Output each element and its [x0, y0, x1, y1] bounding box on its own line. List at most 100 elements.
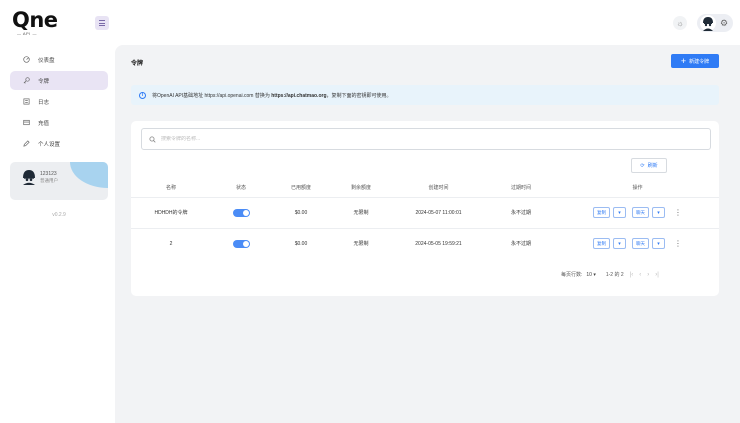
user-menu[interactable]: ⚙: [697, 14, 733, 32]
search-box[interactable]: [141, 128, 711, 150]
used-quota: $0.00: [271, 227, 331, 259]
created-time: 2024-05-07 11:00:01: [391, 196, 486, 228]
banner-suffix: ，复制下面的密钥即可使用。: [326, 92, 392, 99]
status-cell: [211, 227, 271, 259]
main-panel: 令牌 + 新建令牌 i 将OpenAI API基础地址 https://api.…: [115, 45, 740, 423]
gear-icon: ⚙: [720, 18, 729, 28]
banner-prefix: 将OpenAI API基础地址 https://api.openai.com 替…: [152, 92, 272, 99]
wallet-icon: [22, 119, 30, 127]
chevron-down-icon: ▾: [618, 209, 621, 216]
banner-highlight: https://api.chatmao.org: [271, 92, 327, 99]
sidebar-item-settings[interactable]: 个人设置: [10, 134, 108, 153]
chevron-down-icon: ▾: [618, 240, 621, 247]
user-card-decoration: [70, 162, 108, 188]
refresh-button[interactable]: ⟳ 刷新: [631, 158, 667, 173]
add-token-label: 新建令牌: [689, 58, 710, 65]
used-quota: $0.00: [271, 196, 331, 228]
chat-button[interactable]: 聊天: [632, 207, 649, 218]
chevron-down-icon: ▾: [657, 240, 660, 247]
sun-icon: ☼: [676, 18, 684, 28]
actions-cell: 复制 ▾ 聊天 ▾ ⋮: [556, 227, 719, 259]
table-row: HDHDH的令牌 $0.00 无限制 2024-05-07 11:00:01 永…: [131, 196, 719, 228]
refresh-label: 刷新: [647, 163, 658, 169]
refresh-icon: ⟳: [640, 162, 645, 169]
status-toggle[interactable]: [232, 239, 250, 248]
table-row: 2 $0.00 无限制 2024-05-05 19:59:21 永不过期 复制 …: [131, 227, 719, 259]
rows-per-page-value: 10: [586, 271, 592, 278]
token-name: 2: [131, 227, 211, 259]
sidebar-item-label: 仪表盘: [38, 57, 55, 64]
menu-toggle-button[interactable]: [95, 16, 109, 30]
chat-button[interactable]: 聊天: [632, 238, 649, 250]
user-role: 普通用户: [40, 178, 58, 183]
info-banner: i 将OpenAI API基础地址 https://api.openai.com…: [131, 85, 719, 105]
chat-dropdown[interactable]: ▾: [652, 207, 665, 218]
copy-button[interactable]: 复制: [593, 207, 610, 218]
expire-time: 永不过期: [486, 227, 556, 259]
pagination: 每页行数: 10 ▾ 1-2 的 2 |‹ ‹ › ›|: [561, 271, 659, 279]
col-remain: 剩余额度: [350, 185, 371, 192]
sidebar-item-tokens[interactable]: 令牌: [10, 71, 108, 90]
col-status: 状态: [235, 185, 246, 192]
sidebar: 仪表盘 令牌 日志 充值 个人设置 123123 普通用户 v0.2.9: [10, 50, 108, 218]
col-actions: 操作: [632, 185, 643, 192]
token-card: ⟳ 刷新 名称 状态 已用额度 剩余额度 创建时间 过期时间 操作 HDHDH的…: [131, 121, 719, 296]
banner-text: 将OpenAI API基础地址 https://api.openai.com 替…: [152, 92, 392, 99]
sidebar-item-label: 充值: [38, 120, 50, 127]
app-version: v0.2.9: [52, 212, 66, 218]
last-page-icon[interactable]: ›|: [655, 272, 659, 278]
brand-name: Qne: [12, 8, 58, 32]
next-page-icon[interactable]: ›: [647, 272, 649, 278]
info-icon: i: [139, 91, 146, 99]
user-name: 123123: [40, 171, 57, 177]
search-icon: [149, 135, 156, 143]
col-created: 创建时间: [428, 185, 449, 192]
page-range: 1-2 的 2: [605, 272, 624, 278]
expire-time: 永不过期: [486, 196, 556, 228]
add-token-button[interactable]: + 新建令牌: [671, 54, 719, 68]
status-cell: [211, 196, 271, 228]
sidebar-item-dashboard[interactable]: 仪表盘: [10, 50, 108, 69]
user-card: 123123 普通用户: [10, 162, 108, 200]
remain-quota: 无限制: [331, 196, 391, 228]
copy-dropdown[interactable]: ▾: [613, 207, 626, 218]
remain-quota: 无限制: [331, 227, 391, 259]
sidebar-item-label: 日志: [38, 99, 50, 106]
brand-logo[interactable]: Qne — API —: [12, 10, 60, 38]
sidebar-item-label: 个人设置: [38, 141, 61, 148]
brand-subtitle: — API —: [17, 31, 37, 36]
col-expire: 过期时间: [510, 185, 531, 192]
rows-per-page-label: 每页行数:: [561, 272, 583, 278]
avatar-icon: [700, 15, 716, 31]
sidebar-item-topup[interactable]: 充值: [10, 113, 108, 132]
menu-icon-line: [99, 25, 105, 26]
menu-icon: [99, 20, 105, 21]
col-name: 名称: [165, 185, 176, 192]
page-title: 令牌: [131, 61, 144, 67]
more-icon[interactable]: ⋮: [674, 208, 682, 217]
status-toggle[interactable]: [232, 208, 250, 217]
col-used: 已用额度: [290, 185, 311, 192]
menu-icon-line: [99, 22, 105, 24]
avatar-icon: [23, 170, 35, 185]
pen-icon: [22, 140, 30, 148]
chevron-down-icon: ▾: [657, 209, 660, 216]
sidebar-item-logs[interactable]: 日志: [10, 92, 108, 111]
prev-page-icon[interactable]: ‹: [639, 272, 641, 278]
more-icon[interactable]: ⋮: [674, 239, 682, 248]
copy-button[interactable]: 复制: [593, 238, 610, 250]
actions-cell: 复制 ▾ 聊天 ▾ ⋮: [556, 196, 719, 228]
key-icon: [22, 77, 30, 85]
search-input[interactable]: [161, 136, 561, 142]
token-table: 名称 状态 已用额度 剩余额度 创建时间 过期时间 操作 HDHDH的令牌 $0…: [131, 179, 719, 259]
created-time: 2024-05-05 19:59:21: [391, 227, 486, 259]
first-page-icon[interactable]: |‹: [630, 272, 634, 278]
copy-dropdown[interactable]: ▾: [613, 238, 626, 250]
token-name: HDHDH的令牌: [131, 196, 211, 228]
chat-dropdown[interactable]: ▾: [652, 238, 665, 250]
rows-per-page-select[interactable]: 10 ▾: [586, 272, 595, 278]
dashboard-icon: [22, 56, 30, 64]
sidebar-item-label: 令牌: [38, 78, 50, 85]
theme-toggle-button[interactable]: ☼: [673, 16, 687, 30]
table-header-row: 名称 状态 已用额度 剩余额度 创建时间 过期时间 操作: [131, 179, 719, 197]
